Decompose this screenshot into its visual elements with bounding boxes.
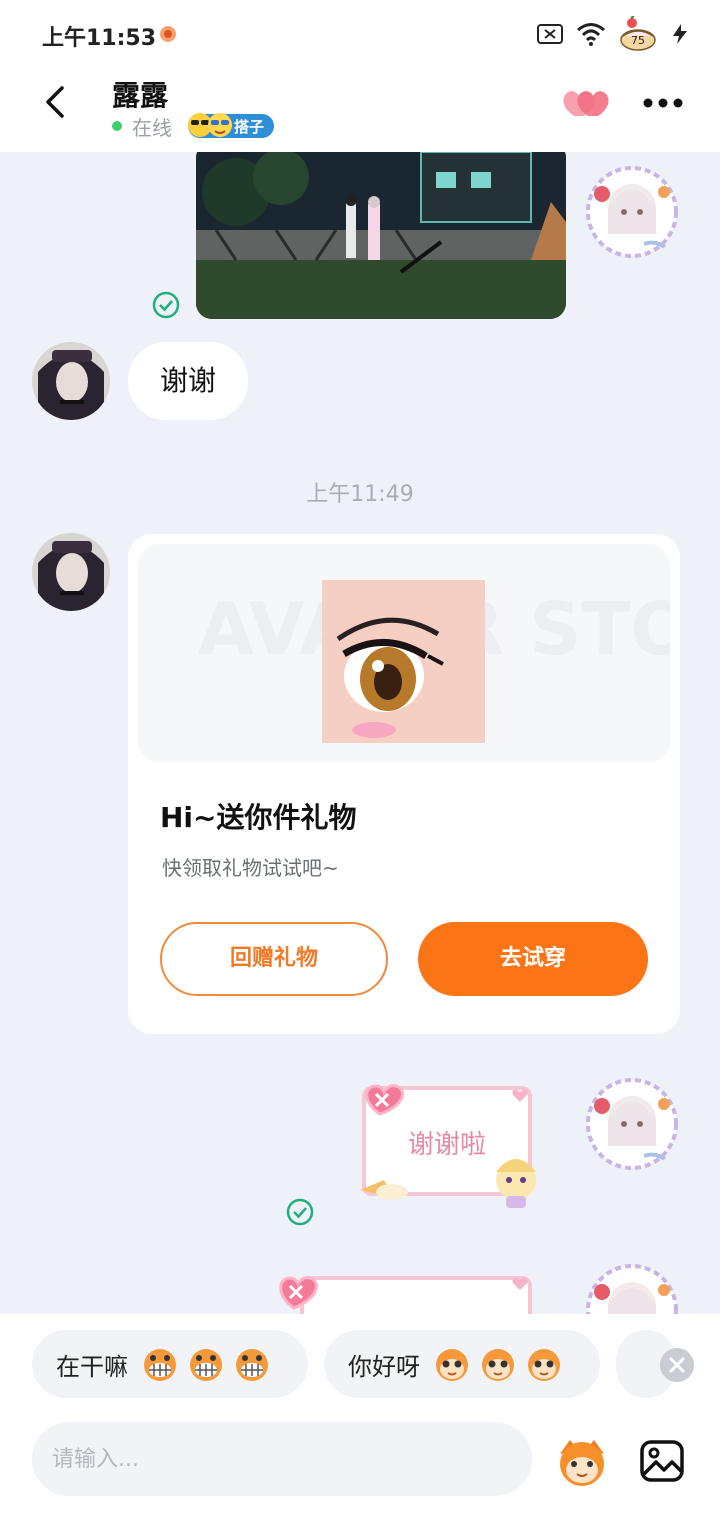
cute-face-icon (528, 1349, 560, 1381)
more-icon[interactable] (642, 96, 684, 110)
grin-face-icon (236, 1349, 268, 1381)
gift-title: Hi~送你件礼物 (160, 801, 357, 834)
status-time: 上午11:53 (42, 26, 157, 51)
composer-panel: 在干嘛 你好呀 (0, 1314, 720, 1520)
avatar-image (32, 342, 110, 420)
gift-subtitle: 快领取礼物试试吧~ (162, 856, 339, 880)
avatar-image (586, 1264, 678, 1314)
read-check-icon (152, 291, 180, 319)
contact-avatar[interactable] (32, 342, 110, 420)
back-icon[interactable] (36, 82, 76, 122)
quick-reply-text: 在干嘛 (56, 1352, 128, 1381)
online-dot-icon (112, 121, 122, 131)
mascot-emoji-icon[interactable] (554, 1436, 610, 1488)
message-timestamp: 上午11:49 (306, 482, 414, 507)
read-check-icon (286, 1198, 314, 1226)
grin-face-icon (190, 1349, 222, 1381)
sticker-decoration (360, 1084, 536, 1208)
contact-name[interactable]: 露露 (112, 74, 168, 114)
gift-card[interactable]: AVATAR STORE Hi~送你件礼物 快领取礼物试试吧~ 回赠礼物 去试穿 (128, 534, 680, 1034)
wifi-icon (577, 23, 605, 46)
charging-icon (673, 24, 687, 44)
online-status-row: 在线 搭子 (112, 113, 275, 140)
cute-face-icon (436, 1349, 468, 1381)
my-avatar[interactable] (584, 1262, 680, 1314)
sim-off-icon (537, 24, 563, 44)
message-bubble[interactable]: 谢谢 (128, 342, 248, 420)
grin-face-icon (144, 1349, 176, 1381)
video-message[interactable] (196, 152, 566, 319)
sticker-decoration (279, 1276, 528, 1310)
heart-icon[interactable] (560, 86, 610, 120)
quick-reply-chip[interactable]: 你好呀 (324, 1330, 600, 1398)
cute-face-icon (482, 1349, 514, 1381)
sunglasses-emoji-icon (188, 113, 232, 137)
try-on-button[interactable]: 去试穿 (418, 922, 648, 996)
status-icons: 75 (536, 16, 690, 52)
contact-avatar[interactable] (32, 533, 110, 611)
battery-level: 75 (631, 34, 645, 47)
chat-messages[interactable]: 谢谢 上午11:49 AVATAR STORE (0, 152, 720, 1314)
chat-header: 露露 在线 搭子 (0, 68, 720, 152)
return-gift-button[interactable]: 回赠礼物 (160, 922, 388, 996)
relation-label: 搭子 (234, 117, 265, 136)
gallery-icon[interactable] (640, 1440, 684, 1482)
online-status: 在线 (132, 115, 172, 140)
message-input[interactable] (32, 1422, 532, 1496)
relation-badge[interactable]: 搭子 (188, 113, 275, 138)
avatar-image (586, 1078, 678, 1170)
app-notification-icon (160, 26, 176, 42)
avatar-image (586, 166, 678, 258)
my-avatar[interactable] (584, 1076, 680, 1172)
my-avatar[interactable] (584, 164, 680, 260)
quick-reply-text: 你好呀 (348, 1352, 420, 1381)
video-thumbnail (196, 152, 566, 319)
gift-banner-image: AVATAR STORE (198, 580, 670, 743)
close-icon[interactable] (660, 1348, 694, 1382)
gift-banner: AVATAR STORE (138, 544, 670, 762)
battery-icon: 75 (620, 16, 656, 51)
quick-reply-chip[interactable]: 在干嘛 (32, 1330, 308, 1398)
avatar-image (32, 533, 110, 611)
status-bar: 上午11:53 75 (0, 0, 720, 68)
